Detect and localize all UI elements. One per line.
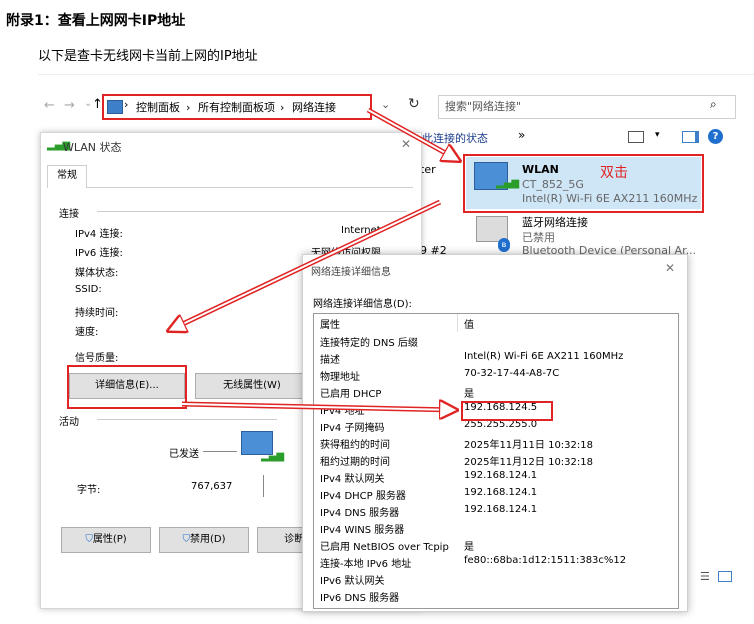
arrow-breadcrumb-to-wlan xyxy=(366,107,458,160)
annotation-arrows xyxy=(0,107,754,624)
arrow-details-to-ip xyxy=(181,404,455,410)
arrow-wlan-to-details-button xyxy=(170,199,442,330)
